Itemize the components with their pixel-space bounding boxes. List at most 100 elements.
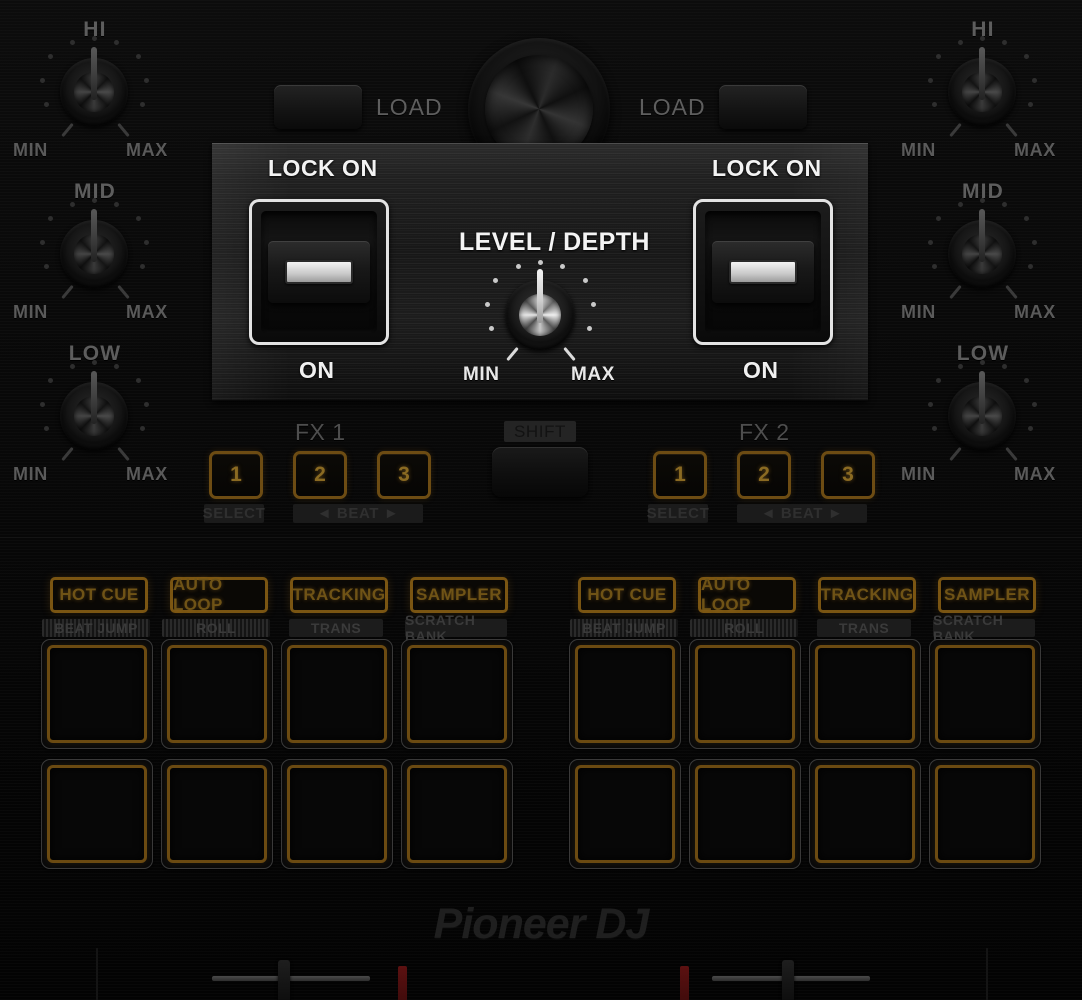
pad-face [287, 765, 387, 863]
pad-mode-right-auto-loop[interactable]: AUTO LOOP [698, 575, 796, 614]
knob-body [60, 47, 128, 126]
performance-pad[interactable] [809, 759, 921, 869]
knob-tick-max [1005, 446, 1018, 462]
eq-knob-left-low[interactable]: LOW MIN MAX [13, 342, 167, 492]
pad-mode-right-tracking[interactable]: TRACKING [818, 577, 916, 613]
on-label-left: ON [299, 357, 335, 383]
knob-body [60, 371, 128, 450]
brand-logo: Pioneer DJ [433, 900, 650, 948]
knob-tick-min [949, 122, 962, 138]
performance-pad[interactable] [401, 639, 513, 749]
knob-body [60, 209, 128, 288]
fx1-button-1[interactable]: 1 [209, 451, 263, 499]
performance-pad[interactable] [689, 639, 801, 749]
switch-inner [705, 211, 821, 333]
knob-tick-max [1005, 284, 1018, 300]
performance-pad[interactable] [401, 759, 513, 869]
eq-knob-left-hi[interactable]: HI MIN MAX [13, 18, 167, 168]
knob-pointer [979, 371, 985, 425]
knob-tick-min [61, 446, 74, 462]
fx1-select-badge: SELECT [202, 504, 266, 523]
pad-face [575, 645, 675, 743]
performance-pad[interactable] [929, 639, 1041, 749]
pad-submode-right-trans: TRANS [817, 619, 911, 637]
pad-submode-left-beat-jump: BEAT JUMP [42, 619, 150, 637]
switch-toggle-bar [285, 260, 353, 284]
pad-mode-right-hot-cue[interactable]: HOT CUE [578, 577, 676, 613]
eq-knob-right-hi[interactable]: HI MIN MAX [901, 18, 1055, 168]
performance-pad[interactable] [281, 639, 393, 749]
pad-face [695, 765, 795, 863]
pad-submode-right-scratch-bank: SCRATCH BANK [933, 612, 1035, 644]
pad-face [575, 765, 675, 863]
performance-pad[interactable] [161, 759, 273, 869]
performance-pad[interactable] [41, 759, 153, 869]
performance-pad[interactable] [161, 639, 273, 749]
pad-mode-left-hot-cue[interactable]: HOT CUE [50, 577, 148, 613]
eq-knob-right-low[interactable]: LOW MIN MAX [901, 342, 1055, 492]
performance-pad[interactable] [689, 759, 801, 869]
fx-on-switch-left[interactable] [249, 199, 389, 345]
fx1-button-3[interactable]: 3 [377, 451, 431, 499]
level-depth-label: LEVEL / DEPTH [459, 228, 650, 256]
channel-fader-track-left[interactable] [212, 976, 370, 981]
eq-knob-left-mid[interactable]: MID MIN MAX [13, 180, 167, 330]
fx1-button-2[interactable]: 2 [293, 451, 347, 499]
load-button-left[interactable] [274, 85, 362, 129]
knob-max-label: MAX [1014, 302, 1056, 322]
knob-body [948, 371, 1016, 450]
pad-face [815, 765, 915, 863]
pad-face [287, 645, 387, 743]
pad-submode-right-roll: ROLL [690, 619, 798, 637]
knob-tick-max [563, 346, 576, 362]
shift-badge: SHIFT [504, 421, 576, 442]
performance-pad[interactable] [809, 639, 921, 749]
on-label-right: ON [743, 357, 779, 383]
load-button-right[interactable] [719, 85, 807, 129]
knob-tick-min [949, 446, 962, 462]
performance-pad[interactable] [569, 759, 681, 869]
lock-on-label-right: LOCK ON [712, 155, 822, 181]
fx2-button-2[interactable]: 2 [737, 451, 791, 499]
performance-pad[interactable] [929, 759, 1041, 869]
pad-mode-right-sampler[interactable]: SAMPLER [938, 577, 1036, 613]
pad-mode-left-sampler[interactable]: SAMPLER [410, 577, 508, 613]
switch-toggle-bar [729, 260, 797, 284]
pad-face [167, 645, 267, 743]
fx-on-switch-right[interactable] [693, 199, 833, 345]
pad-mode-left-tracking[interactable]: TRACKING [290, 577, 388, 613]
performance-pad[interactable] [41, 639, 153, 749]
load-label-left: LOAD [376, 94, 443, 120]
pad-face [47, 765, 147, 863]
pad-face [695, 645, 795, 743]
channel-fader-cap-right[interactable] [782, 960, 794, 1000]
performance-pad[interactable] [569, 639, 681, 749]
load-label-right: LOAD [639, 94, 706, 120]
fx2-beat-badge: ◄ BEAT ► [737, 504, 867, 523]
fx2-button-3[interactable]: 3 [821, 451, 875, 499]
pad-face [815, 645, 915, 743]
knob-tick-max [117, 446, 130, 462]
lock-on-label-left: LOCK ON [268, 155, 378, 181]
pad-face [407, 645, 507, 743]
pad-submode-right-beat-jump: BEAT JUMP [570, 619, 678, 637]
pad-submode-left-scratch-bank: SCRATCH BANK [405, 612, 507, 644]
channel-fader-cap-left[interactable] [278, 960, 290, 1000]
knob-tick-min [61, 122, 74, 138]
level-depth-knob[interactable]: MIN MAX [463, 258, 614, 388]
shift-button[interactable] [492, 447, 588, 497]
knob-max-label: MAX [126, 140, 168, 160]
knob-min-label: MIN [901, 464, 936, 484]
fx2-button-1[interactable]: 1 [653, 451, 707, 499]
dj-controller-surface: LOAD LOAD HI MIN MAX MID MIN MAX LOW MIN… [0, 0, 1082, 1000]
level-depth-max-label: MAX [571, 364, 616, 385]
crossfader-indicator-left [398, 966, 407, 1000]
performance-pad[interactable] [281, 759, 393, 869]
pad-mode-left-auto-loop[interactable]: AUTO LOOP [170, 575, 268, 614]
pad-face [935, 765, 1035, 863]
knob-pointer [537, 268, 543, 324]
eq-knob-right-mid[interactable]: MID MIN MAX [901, 180, 1055, 330]
knob-max-label: MAX [1014, 140, 1056, 160]
level-depth-min-label: MIN [463, 364, 500, 385]
fx-unit-title-1: FX 1 [295, 419, 346, 445]
